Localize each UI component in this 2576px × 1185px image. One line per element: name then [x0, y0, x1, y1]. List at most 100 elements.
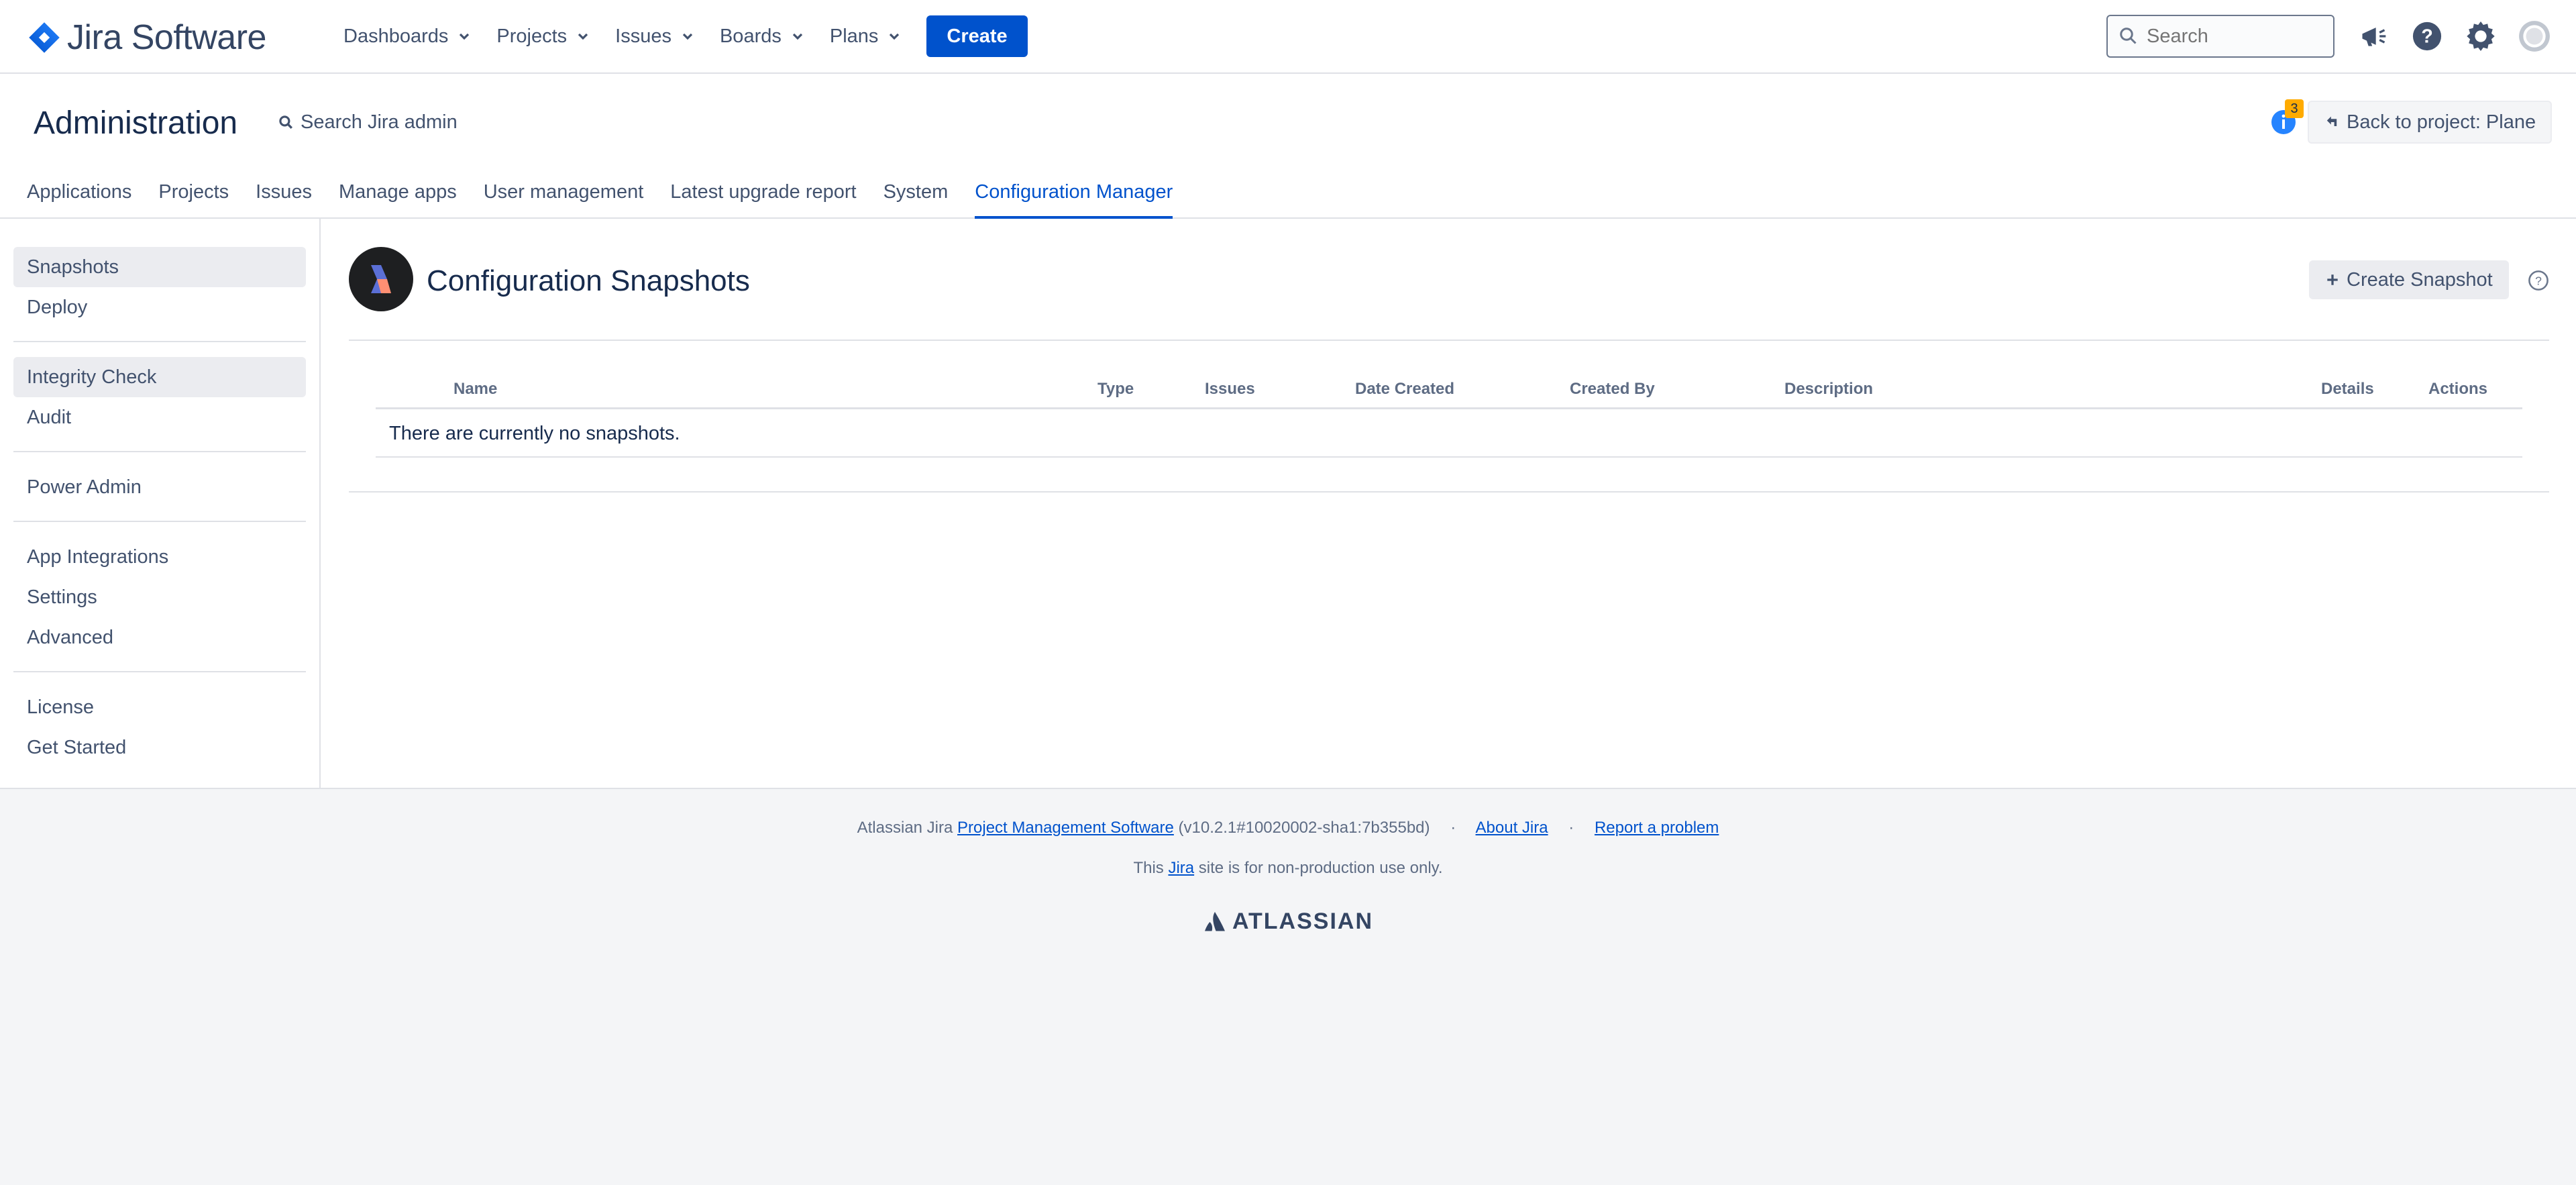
tab-system[interactable]: System	[883, 181, 949, 219]
table-header: Name Type Issues Date Created Created By…	[376, 374, 2522, 409]
global-search[interactable]	[2106, 15, 2334, 58]
help-icon[interactable]: ?	[2408, 17, 2446, 55]
top-navigation: Jira Software Dashboards Projects Issues…	[0, 0, 2576, 74]
project-management-software-link[interactable]: Project Management Software	[957, 819, 1174, 837]
menu-label: Boards	[719, 25, 782, 47]
chevron-down-icon	[578, 33, 588, 40]
atlassian-mark-icon	[1204, 911, 1225, 931]
back-arrow-icon	[2326, 116, 2337, 126]
sidebar-item-deploy[interactable]: Deploy	[13, 287, 306, 327]
sidebar-item-license[interactable]: License	[13, 687, 306, 727]
tab-configuration-manager[interactable]: Configuration Manager	[975, 181, 1173, 219]
footer-version: (v10.2.1#10020002-sha1:7b355bd)	[1178, 819, 1430, 837]
notification-count-badge: 3	[2285, 99, 2304, 118]
sidebar-item-app-integrations[interactable]: App Integrations	[13, 537, 306, 577]
atlassian-logo[interactable]: ATLASSIAN	[0, 909, 2576, 935]
notifications-icon[interactable]	[2355, 17, 2392, 55]
plus-icon	[2327, 274, 2338, 285]
create-button[interactable]: Create	[926, 15, 1028, 57]
jira-diamond-icon	[29, 22, 60, 53]
search-icon	[2120, 28, 2137, 44]
back-to-project-button[interactable]: Back to project: Plane	[2308, 101, 2553, 144]
content-area: Snapshots Deploy Integrity Check Audit P…	[0, 219, 2576, 789]
snapshots-table: Name Type Issues Date Created Created By…	[376, 374, 2522, 458]
create-snapshot-label: Create Snapshot	[2347, 268, 2493, 291]
tab-issues[interactable]: Issues	[256, 181, 312, 219]
sidebar-item-advanced[interactable]: Advanced	[13, 617, 306, 658]
about-jira-link[interactable]: About Jira	[1476, 819, 1548, 837]
tab-user-management[interactable]: User management	[484, 181, 644, 219]
menu-boards[interactable]: Boards	[720, 25, 804, 48]
sidebar: Snapshots Deploy Integrity Check Audit P…	[0, 219, 321, 789]
create-snapshot-button[interactable]: Create Snapshot	[2309, 260, 2509, 299]
search-icon	[279, 115, 292, 129]
settings-icon[interactable]	[2462, 17, 2500, 55]
search-jira-admin[interactable]: Search Jira admin	[278, 111, 458, 134]
admin-header: Administration Search Jira admin 3 Back …	[0, 74, 2576, 219]
sidebar-group-snapshots: Snapshots Deploy	[13, 247, 306, 342]
column-header-date-created[interactable]: Date Created	[1355, 380, 1454, 399]
column-header-created-by[interactable]: Created By	[1570, 380, 1655, 399]
app-logo-icon	[371, 265, 391, 293]
jira-link[interactable]: Jira	[1168, 859, 1194, 877]
menu-label: Dashboards	[343, 25, 449, 47]
menu-dashboards[interactable]: Dashboards	[343, 25, 471, 48]
profile-avatar-icon[interactable]	[2516, 17, 2553, 55]
sidebar-item-integrity-check[interactable]: Integrity Check	[13, 357, 306, 397]
menu-label: Issues	[615, 25, 672, 47]
menu-issues[interactable]: Issues	[615, 25, 694, 48]
divider	[349, 340, 2549, 341]
main-menu: Dashboards Projects Issues Boards Plans …	[343, 0, 1028, 72]
sidebar-group-power-admin: Power Admin	[13, 467, 306, 522]
tab-latest-upgrade-report[interactable]: Latest upgrade report	[670, 181, 856, 219]
footer-notice-before: This	[1133, 859, 1164, 877]
column-header-actions: Actions	[2428, 380, 2488, 398]
snapshots-title: Configuration Snapshots	[427, 264, 750, 297]
tab-manage-apps[interactable]: Manage apps	[339, 181, 457, 219]
brand-name: Jira Software	[67, 18, 266, 57]
page-title: Administration	[34, 105, 238, 141]
report-a-problem-link[interactable]: Report a problem	[1595, 819, 1719, 837]
tab-projects[interactable]: Projects	[158, 181, 229, 219]
column-header-name[interactable]: Name	[453, 380, 497, 399]
jira-logo[interactable]: Jira Software	[27, 17, 266, 58]
help-circle-icon[interactable]: ?	[2528, 270, 2549, 291]
top-icons: ?	[2355, 17, 2569, 55]
menu-label: Projects	[496, 25, 568, 47]
atlassian-wordmark: ATLASSIAN	[1232, 909, 1374, 934]
separator: ·	[1450, 819, 1456, 837]
column-header-type[interactable]: Type	[1097, 380, 1134, 399]
chevron-down-icon	[460, 33, 470, 40]
back-to-project-label: Back to project: Plane	[2347, 111, 2536, 133]
footer-prefix: Atlassian Jira	[857, 819, 953, 837]
column-header-details: Details	[2321, 380, 2374, 398]
divider	[349, 491, 2549, 493]
search-jira-admin-label: Search Jira admin	[301, 111, 458, 133]
tab-applications[interactable]: Applications	[27, 181, 131, 219]
configuration-manager-logo	[349, 247, 413, 311]
svg-text:?: ?	[2421, 26, 2433, 48]
sidebar-item-power-admin[interactable]: Power Admin	[13, 467, 306, 507]
chevron-down-icon	[682, 33, 693, 40]
footer-notice-after: site is for non-production use only.	[1198, 859, 1443, 877]
search-input[interactable]	[2147, 25, 2321, 48]
column-header-issues[interactable]: Issues	[1205, 380, 1255, 399]
sidebar-group-integrations: App Integrations Settings Advanced	[13, 537, 306, 672]
sidebar-group-integrity: Integrity Check Audit	[13, 357, 306, 452]
main-panel: Configuration Snapshots Create Snapshot …	[349, 219, 2549, 789]
sidebar-group-license: License Get Started	[13, 687, 306, 781]
admin-tabs: Applications Projects Issues Manage apps…	[27, 181, 1199, 219]
chevron-down-icon	[890, 33, 900, 40]
sidebar-item-get-started[interactable]: Get Started	[13, 727, 306, 768]
sidebar-item-settings[interactable]: Settings	[13, 577, 306, 617]
sidebar-item-audit[interactable]: Audit	[13, 397, 306, 437]
menu-plans[interactable]: Plans	[830, 25, 902, 48]
column-header-description[interactable]: Description	[1784, 380, 1873, 399]
chevron-down-icon	[792, 33, 802, 40]
svg-text:?: ?	[2535, 274, 2542, 287]
footer-line-version: Atlassian Jira Project Management Softwa…	[0, 819, 2576, 837]
menu-projects[interactable]: Projects	[496, 25, 590, 48]
empty-state-row: There are currently no snapshots.	[376, 409, 2522, 458]
menu-label: Plans	[829, 25, 879, 47]
sidebar-item-snapshots[interactable]: Snapshots	[13, 247, 306, 287]
